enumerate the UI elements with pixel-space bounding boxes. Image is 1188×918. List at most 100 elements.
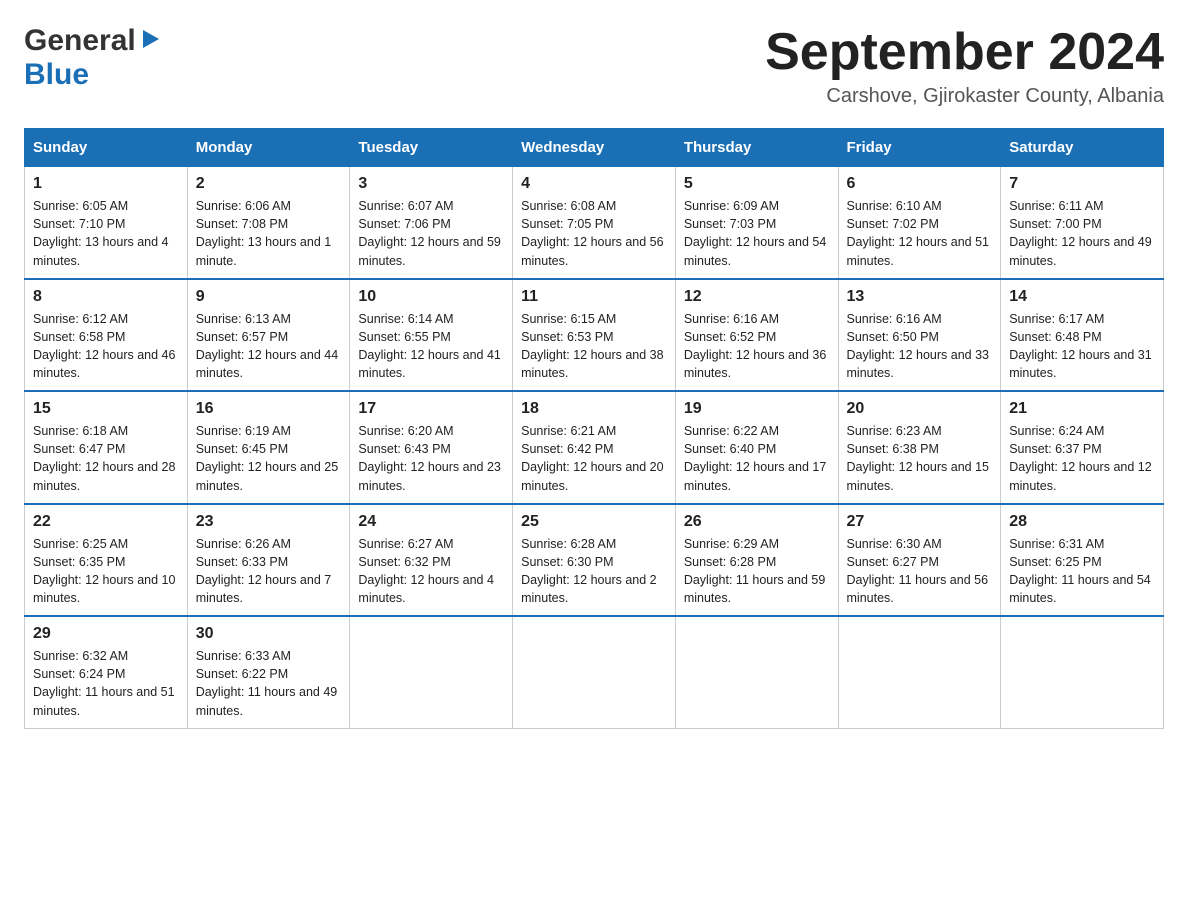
day-number: 15 [33,400,179,418]
calendar-cell: 19 Sunrise: 6:22 AMSunset: 6:40 PMDayligh… [675,391,838,504]
day-number: 4 [521,175,667,193]
day-info: Sunrise: 6:29 AMSunset: 6:28 PMDaylight:… [684,535,830,608]
calendar-header-thursday: Thursday [675,129,838,167]
calendar-header-wednesday: Wednesday [513,129,676,167]
day-number: 14 [1009,288,1155,306]
day-info: Sunrise: 6:16 AMSunset: 6:50 PMDaylight:… [847,310,993,383]
day-number: 25 [521,513,667,531]
day-number: 5 [684,175,830,193]
calendar-header-monday: Monday [187,129,350,167]
day-number: 16 [196,400,342,418]
logo-blue: Blue [24,58,89,92]
day-info: Sunrise: 6:27 AMSunset: 6:32 PMDaylight:… [358,535,504,608]
calendar-header-friday: Friday [838,129,1001,167]
calendar-header-saturday: Saturday [1001,129,1164,167]
logo-general: General [24,24,136,58]
day-number: 20 [847,400,993,418]
day-number: 23 [196,513,342,531]
calendar-cell: 5 Sunrise: 6:09 AMSunset: 7:03 PMDaylight… [675,167,838,279]
calendar-cell: 21 Sunrise: 6:24 AMSunset: 6:37 PMDayligh… [1001,391,1164,504]
day-number: 19 [684,400,830,418]
day-number: 24 [358,513,504,531]
calendar-cell: 22Sunrise: 6:25 AMSunset: 6:35 PMDayligh… [25,504,188,617]
calendar-cell: 13Sunrise: 6:16 AMSunset: 6:50 PMDayligh… [838,279,1001,392]
calendar-cell: 1 Sunrise: 6:05 AMSunset: 7:10 PMDaylight… [25,167,188,279]
day-info: Sunrise: 6:32 AMSunset: 6:24 PMDaylight:… [33,647,179,720]
day-number: 10 [358,288,504,306]
day-info: Sunrise: 6:28 AMSunset: 6:30 PMDaylight:… [521,535,667,608]
day-number: 27 [847,513,993,531]
day-info: Sunrise: 6:14 AMSunset: 6:55 PMDaylight:… [358,310,504,383]
calendar-cell: 16 Sunrise: 6:19 AMSunset: 6:45 PMDayligh… [187,391,350,504]
logo: General Blue [24,24,161,92]
calendar-cell: 2 Sunrise: 6:06 AMSunset: 7:08 PMDaylight… [187,167,350,279]
calendar-cell: 6Sunrise: 6:10 AMSunset: 7:02 PMDaylight… [838,167,1001,279]
calendar-cell: 26Sunrise: 6:29 AMSunset: 6:28 PMDayligh… [675,504,838,617]
calendar-cell: 12 Sunrise: 6:16 AMSunset: 6:52 PMDayligh… [675,279,838,392]
day-number: 17 [358,400,504,418]
day-info: Sunrise: 6:12 AMSunset: 6:58 PMDaylight:… [33,310,179,383]
day-number: 2 [196,175,342,193]
calendar-header-row: SundayMondayTuesdayWednesdayThursdayFrid… [25,129,1164,167]
calendar-cell [513,616,676,728]
calendar-cell: 27 Sunrise: 6:30 AMSunset: 6:27 PMDayligh… [838,504,1001,617]
day-info: Sunrise: 6:30 AMSunset: 6:27 PMDaylight:… [847,535,993,608]
day-info: Sunrise: 6:17 AMSunset: 6:48 PMDaylight:… [1009,310,1155,383]
day-info: Sunrise: 6:13 AMSunset: 6:57 PMDaylight:… [196,310,342,383]
calendar-week-row: 8Sunrise: 6:12 AMSunset: 6:58 PMDaylight… [25,279,1164,392]
day-number: 3 [358,175,504,193]
day-info: Sunrise: 6:18 AMSunset: 6:47 PMDaylight:… [33,422,179,495]
day-info: Sunrise: 6:23 AMSunset: 6:38 PMDaylight:… [847,422,993,495]
calendar-cell: 24 Sunrise: 6:27 AMSunset: 6:32 PMDayligh… [350,504,513,617]
day-info: Sunrise: 6:33 AMSunset: 6:22 PMDaylight:… [196,647,342,720]
day-info: Sunrise: 6:15 AMSunset: 6:53 PMDaylight:… [521,310,667,383]
day-info: Sunrise: 6:06 AMSunset: 7:08 PMDaylight:… [196,197,342,270]
day-info: Sunrise: 6:16 AMSunset: 6:52 PMDaylight:… [684,310,830,383]
day-number: 11 [521,288,667,306]
calendar-week-row: 15 Sunrise: 6:18 AMSunset: 6:47 PMDayligh… [25,391,1164,504]
title-area: September 2024 Carshove, Gjirokaster Cou… [765,24,1164,108]
calendar-cell: 28 Sunrise: 6:31 AMSunset: 6:25 PMDayligh… [1001,504,1164,617]
day-number: 22 [33,513,179,531]
day-info: Sunrise: 6:21 AMSunset: 6:42 PMDaylight:… [521,422,667,495]
calendar-cell: 9 Sunrise: 6:13 AMSunset: 6:57 PMDaylight… [187,279,350,392]
month-title: September 2024 [765,24,1164,81]
calendar-cell: 23 Sunrise: 6:26 AMSunset: 6:33 PMDayligh… [187,504,350,617]
day-info: Sunrise: 6:19 AMSunset: 6:45 PMDaylight:… [196,422,342,495]
location: Carshove, Gjirokaster County, Albania [765,85,1164,108]
calendar-cell: 25 Sunrise: 6:28 AMSunset: 6:30 PMDayligh… [513,504,676,617]
calendar-cell: 29 Sunrise: 6:32 AMSunset: 6:24 PMDayligh… [25,616,188,728]
day-info: Sunrise: 6:24 AMSunset: 6:37 PMDaylight:… [1009,422,1155,495]
day-number: 29 [33,625,179,643]
day-info: Sunrise: 6:10 AMSunset: 7:02 PMDaylight:… [847,197,993,270]
day-number: 1 [33,175,179,193]
day-info: Sunrise: 6:26 AMSunset: 6:33 PMDaylight:… [196,535,342,608]
day-number: 21 [1009,400,1155,418]
calendar-table: SundayMondayTuesdayWednesdayThursdayFrid… [24,128,1164,729]
calendar-cell: 18Sunrise: 6:21 AMSunset: 6:42 PMDayligh… [513,391,676,504]
day-number: 12 [684,288,830,306]
day-info: Sunrise: 6:20 AMSunset: 6:43 PMDaylight:… [358,422,504,495]
calendar-cell: 17 Sunrise: 6:20 AMSunset: 6:43 PMDayligh… [350,391,513,504]
calendar-cell: 20 Sunrise: 6:23 AMSunset: 6:38 PMDayligh… [838,391,1001,504]
calendar-cell: 8Sunrise: 6:12 AMSunset: 6:58 PMDaylight… [25,279,188,392]
day-info: Sunrise: 6:05 AMSunset: 7:10 PMDaylight:… [33,197,179,270]
day-info: Sunrise: 6:09 AMSunset: 7:03 PMDaylight:… [684,197,830,270]
calendar-cell: 11 Sunrise: 6:15 AMSunset: 6:53 PMDayligh… [513,279,676,392]
calendar-cell: 10 Sunrise: 6:14 AMSunset: 6:55 PMDayligh… [350,279,513,392]
calendar-cell [838,616,1001,728]
calendar-week-row: 29 Sunrise: 6:32 AMSunset: 6:24 PMDayligh… [25,616,1164,728]
day-number: 9 [196,288,342,306]
day-number: 7 [1009,175,1155,193]
calendar-cell: 3Sunrise: 6:07 AMSunset: 7:06 PMDaylight… [350,167,513,279]
day-info: Sunrise: 6:31 AMSunset: 6:25 PMDaylight:… [1009,535,1155,608]
page-header: General Blue September 2024 Carshove, Gj… [24,24,1164,108]
calendar-cell: 30Sunrise: 6:33 AMSunset: 6:22 PMDayligh… [187,616,350,728]
calendar-cell: 7 Sunrise: 6:11 AMSunset: 7:00 PMDaylight… [1001,167,1164,279]
day-info: Sunrise: 6:11 AMSunset: 7:00 PMDaylight:… [1009,197,1155,270]
day-number: 28 [1009,513,1155,531]
day-info: Sunrise: 6:08 AMSunset: 7:05 PMDaylight:… [521,197,667,270]
calendar-header-sunday: Sunday [25,129,188,167]
day-info: Sunrise: 6:22 AMSunset: 6:40 PMDaylight:… [684,422,830,495]
calendar-cell: 4 Sunrise: 6:08 AMSunset: 7:05 PMDaylight… [513,167,676,279]
